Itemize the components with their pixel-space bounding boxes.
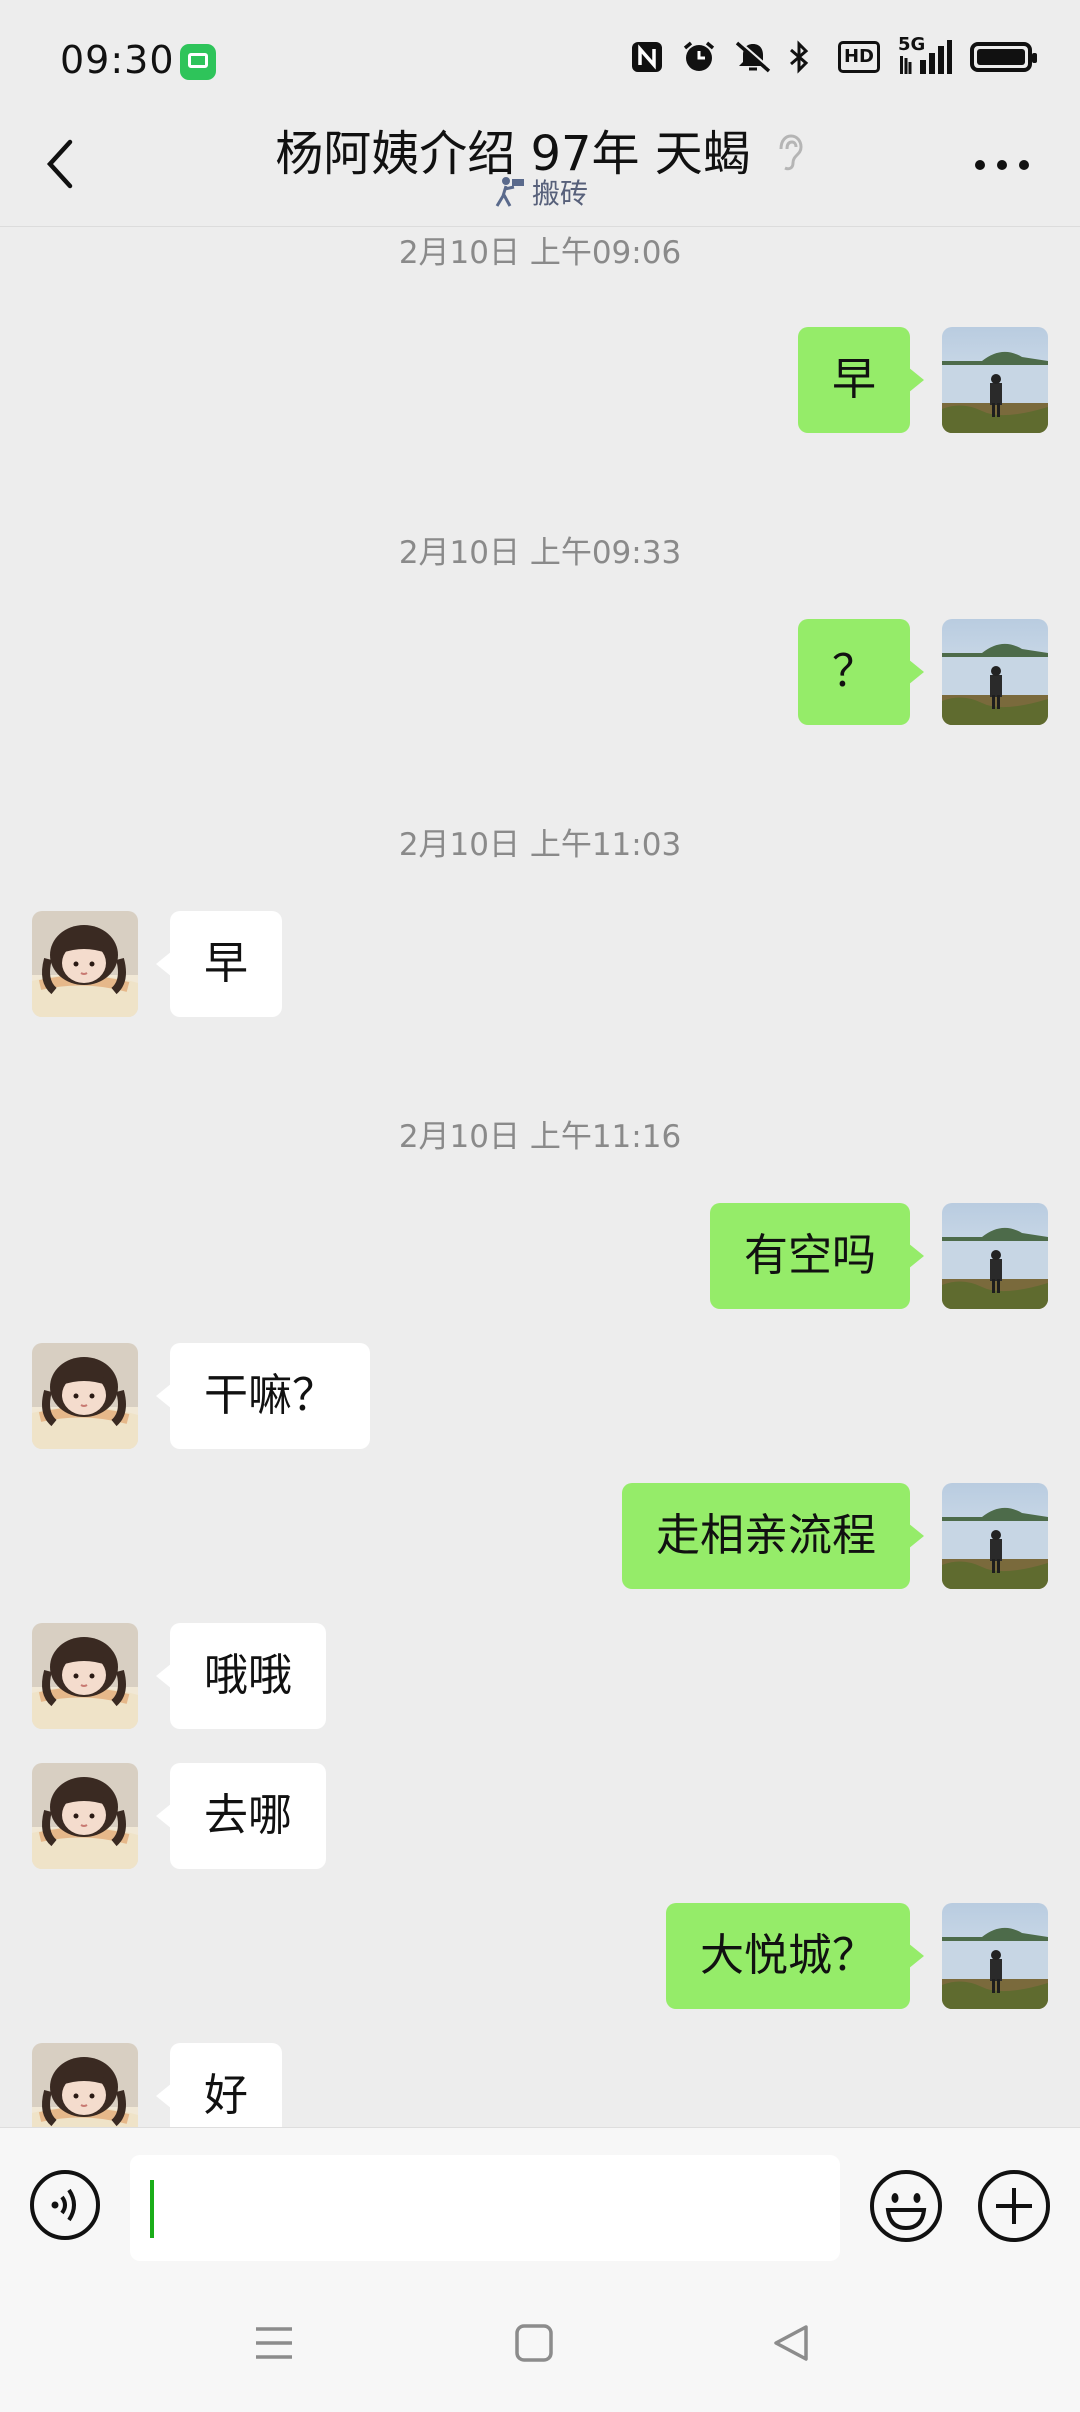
outgoing-message[interactable]: 早 bbox=[798, 327, 924, 433]
wechat-notification-icon bbox=[180, 44, 216, 80]
chat-timestamp: 2月10日 上午11:03 bbox=[398, 827, 682, 863]
bluetooth-icon bbox=[786, 40, 820, 74]
back-triangle-icon[interactable] bbox=[770, 2323, 812, 2367]
emoji-button[interactable] bbox=[868, 2168, 944, 2244]
my-avatar[interactable] bbox=[942, 1203, 1048, 1309]
home-icon[interactable] bbox=[514, 2323, 554, 2367]
voice-input-icon bbox=[30, 2170, 100, 2240]
status-icons: HD 5G bbox=[630, 34, 1037, 74]
brick-worker-icon bbox=[492, 176, 526, 215]
incoming-message[interactable]: 去哪 bbox=[156, 1763, 326, 1869]
message-input[interactable] bbox=[130, 2155, 840, 2261]
mute-icon bbox=[734, 40, 772, 74]
outgoing-message[interactable]: ？ bbox=[798, 619, 924, 725]
my-avatar[interactable] bbox=[942, 327, 1048, 433]
outgoing-message[interactable]: 走相亲流程 bbox=[622, 1483, 924, 1589]
chat-timestamp: 2月10日 上午09:33 bbox=[398, 535, 682, 571]
contact-avatar[interactable] bbox=[32, 1343, 138, 1449]
more-functions-button[interactable] bbox=[976, 2168, 1052, 2244]
hd-icon: HD bbox=[837, 41, 880, 73]
incoming-message[interactable]: 早 bbox=[156, 911, 282, 1017]
my-avatar[interactable] bbox=[942, 1903, 1048, 2009]
battery-icon bbox=[970, 42, 1037, 72]
chat-area[interactable]: 2月10日 上午09:06 早 2月10日 上午09:33 ？ 2月10日 上午11… bbox=[0, 227, 1080, 2127]
chat-timestamp: 2月10日 上午09:06 bbox=[398, 235, 682, 271]
input-bar bbox=[0, 2127, 1080, 2283]
my-avatar[interactable] bbox=[942, 619, 1048, 725]
outgoing-message[interactable]: 大悦城？ bbox=[666, 1903, 924, 2009]
emoji-icon bbox=[870, 2170, 942, 2242]
status-bar: 09:30 HD 5G bbox=[0, 0, 1080, 120]
contact-avatar[interactable] bbox=[32, 2043, 138, 2127]
outgoing-message[interactable]: 有空吗 bbox=[710, 1203, 924, 1309]
system-nav-bar bbox=[0, 2283, 1080, 2412]
more-button[interactable] bbox=[972, 150, 1032, 180]
chat-timestamp: 2月10日 上午11:16 bbox=[398, 1119, 682, 1155]
alarm-icon bbox=[682, 40, 716, 74]
my-avatar[interactable] bbox=[942, 1483, 1048, 1589]
status-subtitle: 搬砖 bbox=[0, 172, 1080, 215]
contact-avatar[interactable] bbox=[32, 1623, 138, 1729]
contact-avatar[interactable] bbox=[32, 1763, 138, 1869]
status-time: 09:30 bbox=[60, 38, 175, 82]
menu-icon[interactable] bbox=[252, 2323, 296, 2367]
incoming-message[interactable]: 好 bbox=[156, 2043, 282, 2127]
status-text: 搬砖 bbox=[531, 177, 588, 210]
plus-icon bbox=[978, 2170, 1050, 2242]
text-cursor bbox=[150, 2180, 154, 2238]
incoming-message[interactable]: 哦哦 bbox=[156, 1623, 326, 1729]
incoming-message[interactable]: 干嘛？ bbox=[156, 1343, 370, 1449]
voice-input-button[interactable] bbox=[28, 2168, 102, 2242]
chat-header: 杨阿姨介绍 97年 天蝎 搬砖 bbox=[0, 110, 1080, 230]
more-dots-icon bbox=[975, 160, 1029, 170]
contact-avatar[interactable] bbox=[32, 911, 138, 1017]
signal-5g-icon: 5G bbox=[898, 34, 952, 74]
nfc-icon bbox=[630, 40, 664, 74]
